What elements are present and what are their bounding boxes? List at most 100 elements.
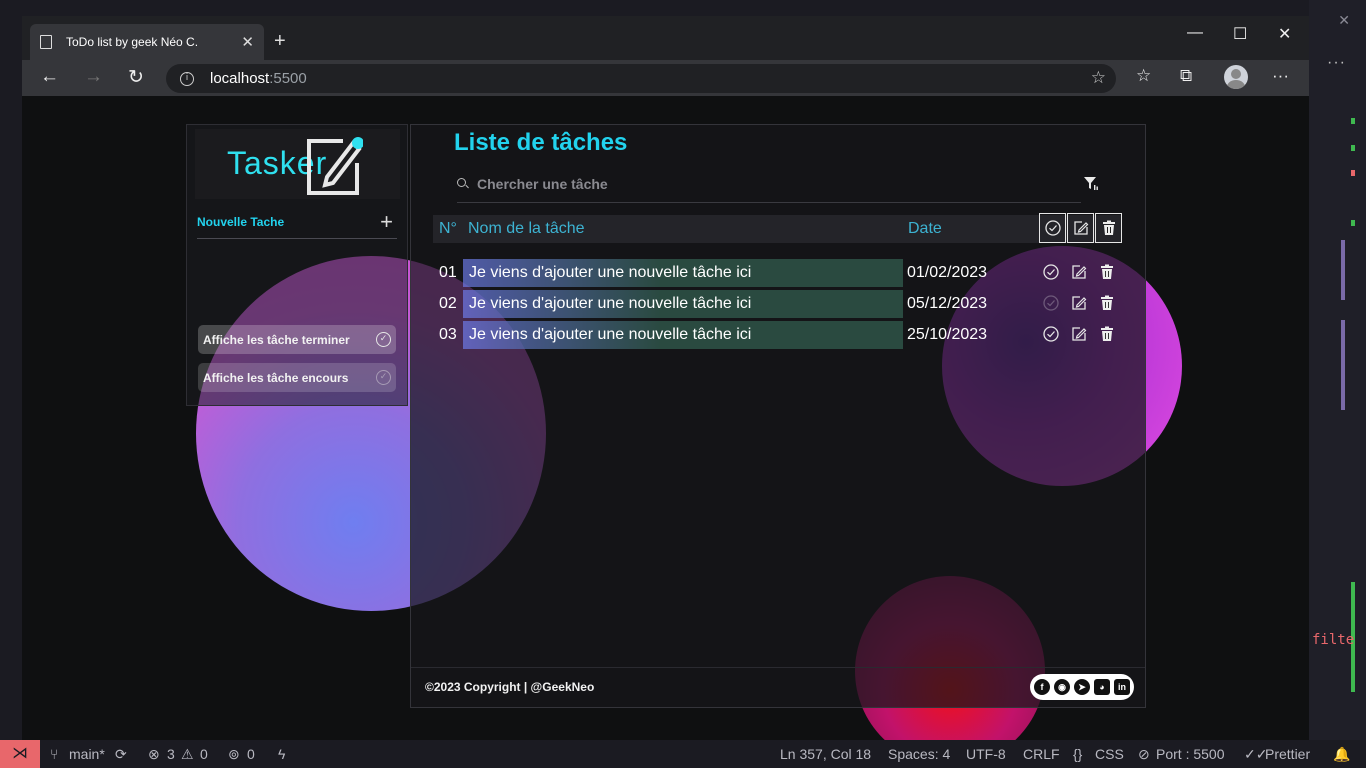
branch-icon: ⑂ xyxy=(50,746,59,762)
filter-ongoing-button[interactable]: Affiche les tâche encours ✓ xyxy=(198,363,396,392)
social-links: f ◉ ➤ ◕ in xyxy=(1030,674,1134,700)
discord-icon[interactable]: ◕ xyxy=(1094,679,1110,695)
delete-all-button[interactable] xyxy=(1095,213,1122,243)
add-task-button[interactable]: + xyxy=(380,209,393,235)
info-icon[interactable]: i xyxy=(180,71,194,86)
task-name[interactable]: Je viens d'ajouter une nouvelle tâche ic… xyxy=(463,290,903,318)
edit-logo-icon xyxy=(307,137,363,195)
lightning-icon[interactable]: ϟ xyxy=(278,746,285,762)
vscode-minimap xyxy=(1309,0,1366,740)
trash-icon[interactable] xyxy=(1097,324,1117,344)
vscode-close-icon[interactable]: ✕ xyxy=(1338,12,1350,29)
cursor-position[interactable]: Ln 357, Col 18 xyxy=(780,746,871,762)
edit-all-button[interactable] xyxy=(1067,213,1094,243)
edit-icon[interactable] xyxy=(1069,293,1089,313)
minimap-mark xyxy=(1351,170,1355,176)
indent-setting[interactable]: Spaces: 4 xyxy=(888,746,950,762)
favorites-icon[interactable]: ☆ xyxy=(1136,66,1151,86)
search-input[interactable] xyxy=(477,173,1037,195)
task-number: 01 xyxy=(439,264,457,281)
task-list-card: Liste de tâches N° Nom de la tâche Date xyxy=(410,124,1146,708)
back-icon[interactable]: ← xyxy=(40,66,59,88)
task-name[interactable]: Je viens d'ajouter une nouvelle tâche ic… xyxy=(463,321,903,349)
ports-count[interactable]: 0 xyxy=(247,746,255,762)
maximize-icon[interactable]: ☐ xyxy=(1233,24,1247,44)
edit-icon[interactable] xyxy=(1069,324,1089,344)
collections-icon[interactable]: ⧉ xyxy=(1180,66,1192,86)
edit-icon xyxy=(1073,221,1088,235)
new-tab-icon[interactable]: + xyxy=(274,30,286,53)
row-actions xyxy=(1041,262,1117,282)
check-circle-icon[interactable] xyxy=(1041,293,1061,313)
linkedin-icon[interactable]: in xyxy=(1114,679,1130,695)
logo: Tasker xyxy=(195,129,400,199)
encoding[interactable]: UTF-8 xyxy=(966,746,1006,762)
live-server-port[interactable]: Port : 5500 xyxy=(1156,746,1225,762)
window-close-icon[interactable]: ✕ xyxy=(1278,24,1291,44)
page-icon xyxy=(40,35,52,49)
warning-icon: ⚠ xyxy=(181,746,194,762)
code-snippet: filte xyxy=(1312,632,1355,648)
github-icon[interactable]: ◉ xyxy=(1054,679,1070,695)
check-circle-icon[interactable] xyxy=(1041,324,1061,344)
filter-funnel-icon[interactable] xyxy=(1083,175,1099,191)
tab-title: ToDo list by geek Néo C. xyxy=(66,35,199,49)
table-header: N° Nom de la tâche Date xyxy=(433,215,1121,243)
refresh-icon[interactable]: ↻ xyxy=(128,66,144,89)
braces-icon: {} xyxy=(1073,746,1083,762)
table-row[interactable]: 02 Je viens d'ajouter une nouvelle tâche … xyxy=(433,290,1123,318)
url-field[interactable]: i localhost :5500 ☆ xyxy=(166,64,1116,93)
minimap-mark xyxy=(1351,220,1355,226)
url-host: localhost xyxy=(210,70,270,87)
trash-icon[interactable] xyxy=(1097,293,1117,313)
filter-ongoing-label: Affiche les tâche encours xyxy=(203,370,349,385)
page-title: Liste de tâches xyxy=(454,129,628,156)
sidebar-card: Tasker Nouvelle Tache + Affiche les tâch… xyxy=(186,124,408,406)
column-header-name: Nom de la tâche xyxy=(468,220,585,237)
error-count[interactable]: 3 xyxy=(167,746,175,762)
prettier-status[interactable]: Prettier xyxy=(1265,746,1310,762)
task-number: 03 xyxy=(439,326,457,343)
notification-bell-icon[interactable]: 🔔 xyxy=(1333,746,1350,763)
copyright-text: ©2023 Copyright | @GeekNeo xyxy=(425,680,595,694)
vscode-title-area xyxy=(0,0,1366,16)
minimap-mark xyxy=(1341,320,1345,410)
favorite-star-icon[interactable]: ☆ xyxy=(1091,68,1106,88)
sync-icon[interactable]: ⟳ xyxy=(115,746,127,763)
minimize-icon[interactable]: — xyxy=(1187,24,1203,42)
row-actions xyxy=(1041,293,1117,313)
trash-icon[interactable] xyxy=(1097,262,1117,282)
table-row[interactable]: 01 Je viens d'ajouter une nouvelle tâche … xyxy=(433,259,1123,287)
remote-icon[interactable]: ⋊ xyxy=(0,740,40,768)
git-branch[interactable]: main* xyxy=(69,746,105,762)
check-double-icon: ✓✓ xyxy=(1244,746,1268,762)
tab-close-icon[interactable]: ✕ xyxy=(241,33,254,51)
settings-menu-icon[interactable]: ··· xyxy=(1272,66,1289,86)
language-mode[interactable]: CSS xyxy=(1095,746,1124,762)
column-header-number: N° xyxy=(439,220,457,237)
minimap-mark xyxy=(1341,240,1345,300)
warning-count[interactable]: 0 xyxy=(200,746,208,762)
minimap-mark xyxy=(1351,118,1355,124)
row-actions xyxy=(1041,324,1117,344)
browser-tab[interactable]: ToDo list by geek Néo C. ✕ xyxy=(30,24,264,60)
vscode-more-icon[interactable]: ··· xyxy=(1327,54,1346,72)
profile-avatar[interactable] xyxy=(1224,65,1248,89)
facebook-icon[interactable]: f xyxy=(1034,679,1050,695)
table-row[interactable]: 03 Je viens d'ajouter une nouvelle tâche … xyxy=(433,321,1123,349)
complete-all-button[interactable] xyxy=(1039,213,1066,243)
check-circle-icon xyxy=(1044,220,1061,236)
forward-icon[interactable]: → xyxy=(84,66,103,88)
check-circle-icon[interactable] xyxy=(1041,262,1061,282)
new-task-row: Nouvelle Tache + xyxy=(197,209,397,239)
task-name[interactable]: Je viens d'ajouter une nouvelle tâche ic… xyxy=(463,259,903,287)
filter-completed-button[interactable]: Affiche les tâche terminer ✓ xyxy=(198,325,396,354)
column-header-date: Date xyxy=(908,220,942,237)
check-circle-icon: ✓ xyxy=(376,332,391,347)
bulk-actions xyxy=(1039,213,1123,243)
minimap-mark xyxy=(1351,145,1355,151)
telegram-icon[interactable]: ➤ xyxy=(1074,679,1090,695)
edit-icon[interactable] xyxy=(1069,262,1089,282)
line-ending[interactable]: CRLF xyxy=(1023,746,1060,762)
filter-completed-label: Affiche les tâche terminer xyxy=(203,332,350,347)
